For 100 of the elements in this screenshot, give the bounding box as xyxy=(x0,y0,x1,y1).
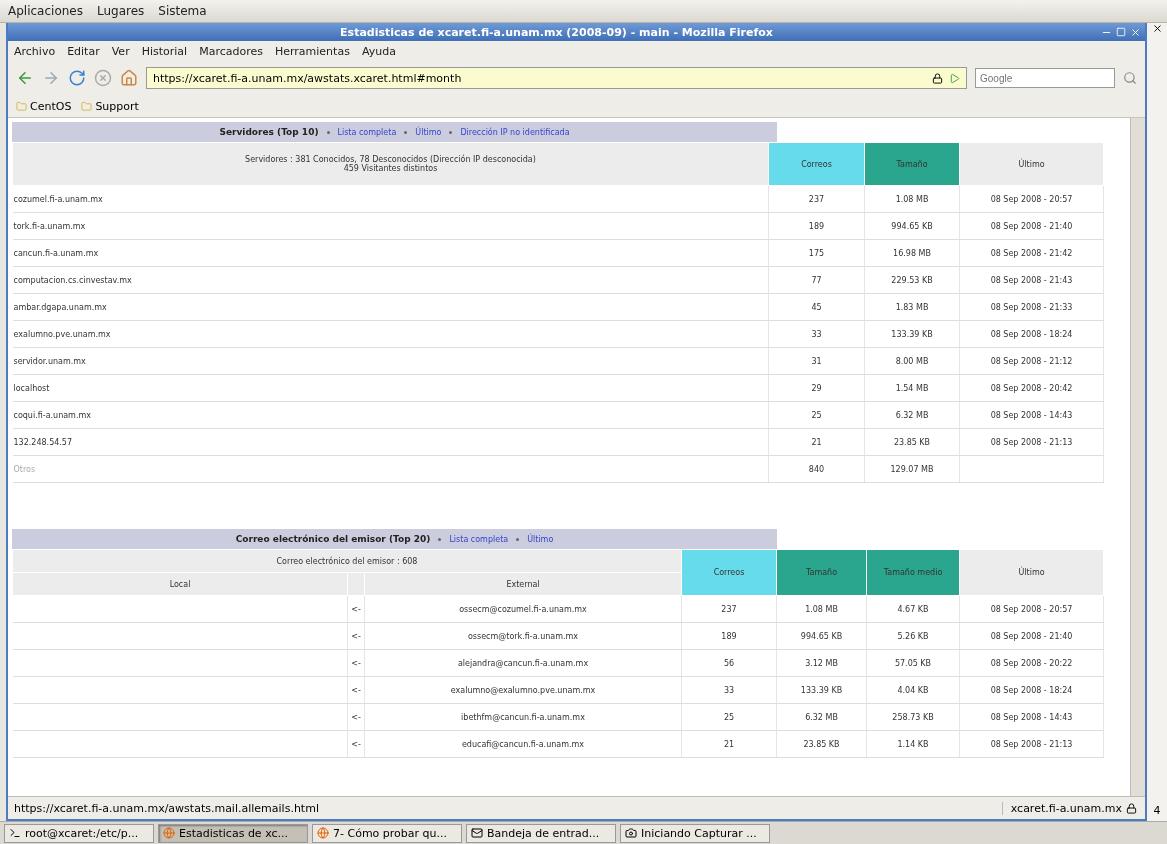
table-cell: 56 xyxy=(681,649,777,677)
menu-item[interactable]: Herramientas xyxy=(274,44,350,58)
table-cell: 57.05 KB xyxy=(866,649,960,677)
menu-item[interactable]: Ver xyxy=(111,44,130,58)
table-cell: 29 xyxy=(768,374,865,402)
table-cell: 237 xyxy=(681,595,777,623)
section-link[interactable]: Lista completa xyxy=(337,127,397,137)
section-link[interactable]: Último xyxy=(527,534,554,544)
arrow-cell: <- xyxy=(347,703,365,731)
globe-icon xyxy=(317,827,329,839)
table-cell: 16.98 MB xyxy=(864,239,960,267)
status-host: xcaret.fi-a.unam.mx xyxy=(1010,801,1122,815)
search-field[interactable]: Google xyxy=(975,68,1115,88)
table-cell: 08 Sep 2008 - 14:43 xyxy=(959,703,1104,731)
table-cell: 840 xyxy=(768,455,865,483)
close-icon[interactable] xyxy=(1151,23,1163,34)
scrollbar[interactable] xyxy=(1130,118,1145,796)
address-bar[interactable]: https://xcaret.fi-a.unam.mx/awstats.xcaret.html#month xyxy=(146,67,967,89)
home-icon[interactable] xyxy=(120,69,138,87)
table-cell: 25 xyxy=(768,401,865,429)
maximize-icon[interactable] xyxy=(1116,26,1126,37)
table-cell: 08 Sep 2008 - 20:22 xyxy=(959,649,1104,677)
bullet-icon xyxy=(449,130,453,134)
table-cell: 189 xyxy=(768,212,865,240)
table-cell: ossecm@cozumel.fi-a.unam.mx xyxy=(364,595,682,623)
taskbar-button[interactable]: Iniciando Capturar ... xyxy=(620,823,770,843)
column-header: Correos xyxy=(681,549,777,596)
table-cell: alejandra@cancun.fi-a.unam.mx xyxy=(364,649,682,677)
taskbar-button[interactable]: Bandeja de entrad... xyxy=(466,823,616,843)
folder-icon xyxy=(16,100,27,112)
reload-icon[interactable] xyxy=(68,69,86,87)
section-link[interactable]: Lista completa xyxy=(449,534,509,544)
table-cell: computacion.cs.cinvestav.mx xyxy=(12,266,769,294)
taskbar-button[interactable]: 7- Cómo probar qu... xyxy=(312,823,462,843)
globe-icon xyxy=(163,827,175,839)
arrow-cell: <- xyxy=(347,730,365,758)
menu-item[interactable]: Historial xyxy=(141,44,188,58)
table-cell: 133.39 KB xyxy=(776,676,867,704)
table-cell: 175 xyxy=(768,239,865,267)
search-icon[interactable] xyxy=(1123,71,1137,85)
panel-menu[interactable]: Lugares xyxy=(96,4,145,18)
table-cell: 33 xyxy=(681,676,777,704)
taskbar-button[interactable]: Estadisticas de xc... xyxy=(158,823,308,843)
bullet-icon xyxy=(516,537,520,541)
table-cell: ossecm@tork.fi-a.unam.mx xyxy=(364,622,682,650)
menu-item[interactable]: Marcadores xyxy=(199,44,263,58)
table-cell: 08 Sep 2008 - 21:13 xyxy=(959,730,1104,758)
menu-item[interactable]: Editar xyxy=(67,44,100,58)
bookmark[interactable]: Support xyxy=(81,99,139,113)
table-cell: 45 xyxy=(768,293,865,321)
table-cell: 4.04 KB xyxy=(866,676,960,704)
menu-item[interactable]: Archivo xyxy=(14,44,56,58)
column-header: Último xyxy=(959,549,1104,596)
table-cell: 08 Sep 2008 - 20:57 xyxy=(959,595,1104,623)
panel-menu[interactable]: Sistema xyxy=(158,4,207,18)
table-cell: ambar.dgapa.unam.mx xyxy=(12,293,769,321)
window-title: Estadisticas de xcaret.fi-a.unam.mx (2008-09) - main - Mozilla Firefox xyxy=(339,25,774,39)
table-cell: 1.14 KB xyxy=(866,730,960,758)
table-cell: 6.32 MB xyxy=(776,703,867,731)
column-header: Correos xyxy=(768,142,865,186)
table-cell: 1.83 MB xyxy=(864,293,960,321)
lock-icon xyxy=(1126,802,1137,814)
column-header: Tamaño xyxy=(776,549,867,596)
section-link[interactable]: Dirección IP no identificada xyxy=(460,127,570,137)
table-cell: 5.26 KB xyxy=(866,622,960,650)
panel-menu[interactable]: Aplicaciones xyxy=(8,4,83,18)
table-cell: 08 Sep 2008 - 20:57 xyxy=(959,185,1104,213)
table-cell: 129.07 MB xyxy=(864,455,960,483)
table-cell: 08 Sep 2008 - 21:42 xyxy=(959,239,1104,267)
lock-icon xyxy=(932,72,943,84)
table-cell: 1.54 MB xyxy=(864,374,960,402)
table-cell: 1.08 MB xyxy=(864,185,960,213)
column-header: Tamaño medio xyxy=(866,549,960,596)
menu-item[interactable]: Ayuda xyxy=(361,44,396,58)
table-cell: Otros xyxy=(12,455,769,483)
section-link[interactable]: Último xyxy=(415,127,442,137)
table-cell: 132.248.54.57 xyxy=(12,428,769,456)
table-cell: tork.fi-a.unam.mx xyxy=(12,212,769,240)
url-text: https://xcaret.fi-a.unam.mx/awstats.xcaret.html#month xyxy=(153,71,462,85)
go-icon[interactable] xyxy=(949,72,960,84)
table-cell: 8.00 MB xyxy=(864,347,960,375)
table-cell: 258.73 KB xyxy=(866,703,960,731)
bookmark[interactable]: CentOS xyxy=(16,99,72,113)
summary-text: Servidores : 381 Conocidos, 78 Desconocidos (Dirección IP desconocida) xyxy=(244,155,537,164)
table-cell: 08 Sep 2008 - 21:40 xyxy=(959,622,1104,650)
column-header: Tamaño xyxy=(864,142,960,186)
column-header: Local xyxy=(12,572,348,596)
arrow-cell: <- xyxy=(347,649,365,677)
table-cell: 08 Sep 2008 - 21:33 xyxy=(959,293,1104,321)
bullet-icon xyxy=(326,130,330,134)
back-icon[interactable] xyxy=(16,69,34,87)
column-header: Último xyxy=(959,142,1104,186)
stop-icon[interactable] xyxy=(94,69,112,87)
table-cell: 33 xyxy=(768,320,865,348)
summary-cell: Correo electrónico del emisor : 608 xyxy=(12,549,682,573)
forward-icon[interactable] xyxy=(42,69,60,87)
table-cell: 08 Sep 2008 - 18:24 xyxy=(959,676,1104,704)
table-cell: 21 xyxy=(768,428,865,456)
table-cell: exalumno.pve.unam.mx xyxy=(12,320,769,348)
taskbar-button[interactable]: root@xcaret:/etc/p... xyxy=(4,823,154,843)
